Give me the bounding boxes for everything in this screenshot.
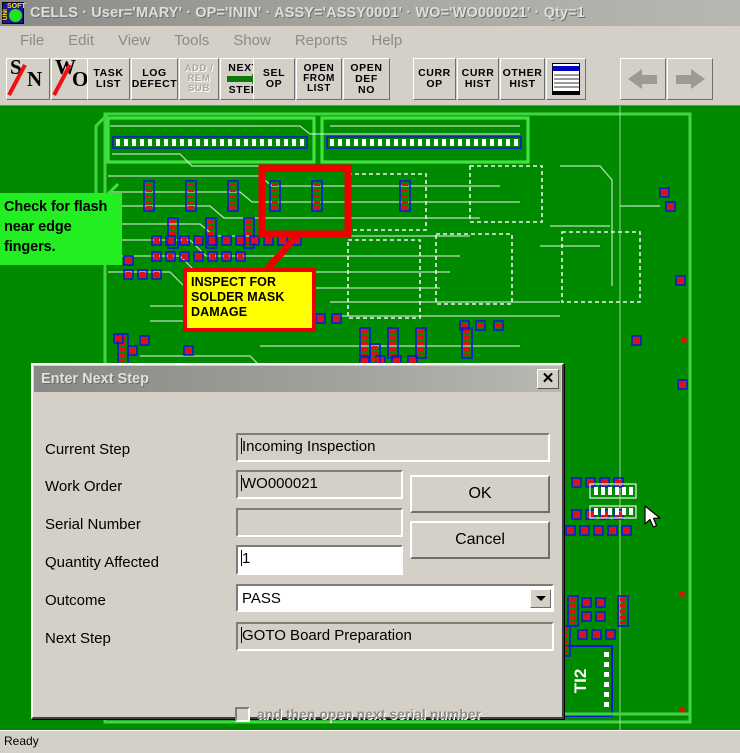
ok-button[interactable]: OK bbox=[410, 475, 550, 513]
work-order-field[interactable]: WO000021 bbox=[236, 470, 403, 499]
curr-hist-button[interactable]: CURR HIST bbox=[457, 58, 499, 100]
task-list-button[interactable]: TASK LIST bbox=[87, 58, 130, 100]
label-outcome: Outcome bbox=[45, 592, 106, 609]
label-serial-number: Serial Number bbox=[45, 516, 141, 533]
quantity-affected-value: 1 bbox=[242, 550, 251, 567]
back-button[interactable] bbox=[620, 58, 666, 100]
add-rem-sub-line3: SUB bbox=[188, 83, 210, 94]
callout-yellow-note: INSPECT FOR SOLDER MASK DAMAGE bbox=[183, 268, 316, 332]
menu-item-reports[interactable]: Reports bbox=[283, 30, 360, 51]
mouse-pointer-icon bbox=[644, 505, 661, 528]
serial-number-icon-button[interactable]: S N bbox=[6, 57, 50, 100]
current-step-value: Incoming Inspection bbox=[242, 438, 376, 455]
status-bar: Ready bbox=[0, 730, 740, 753]
svg-text:TI2: TI2 bbox=[571, 669, 590, 694]
menu-bar: File Edit View Tools Show Reports Help bbox=[0, 26, 740, 54]
outcome-dropdown[interactable]: PASS bbox=[236, 584, 554, 612]
enter-next-step-dialog: Enter Next Step ✕ Current Step Incoming … bbox=[31, 363, 564, 722]
application-window: SOFT UNI CELLS · User='MARY' · OP='ININ'… bbox=[0, 0, 740, 753]
label-current-step: Current Step bbox=[45, 441, 131, 458]
menu-item-show[interactable]: Show bbox=[221, 30, 283, 51]
callout-green-note: Check for flash near edge fingers. bbox=[0, 193, 122, 265]
log-defect-line2: DEFECT bbox=[131, 78, 178, 90]
window-title: CELLS · User='MARY' · OP='ININ' · ASSY='… bbox=[30, 5, 585, 21]
other-hist-button[interactable]: OTHER HIST bbox=[500, 58, 545, 100]
menu-item-file[interactable]: File bbox=[8, 30, 56, 51]
open-next-serial-checkbox[interactable] bbox=[235, 706, 250, 722]
cancel-button[interactable]: Cancel bbox=[410, 521, 550, 559]
forward-button[interactable] bbox=[667, 58, 713, 100]
curr-op-line2: OP bbox=[426, 78, 443, 90]
yellow-note-text: INSPECT FOR SOLDER MASK DAMAGE bbox=[191, 275, 285, 319]
close-icon[interactable]: ✕ bbox=[537, 369, 559, 389]
toolbar: S N W O TASK LIST LOG DEFECT ADD / REM bbox=[0, 54, 740, 106]
quantity-affected-field[interactable]: 1 bbox=[236, 545, 403, 575]
curr-op-button[interactable]: CURR OP bbox=[413, 58, 456, 100]
dialog-body: Current Step Incoming Inspection Work Or… bbox=[33, 393, 562, 722]
label-quantity-affected: Quantity Affected bbox=[45, 554, 159, 571]
menu-item-edit[interactable]: Edit bbox=[56, 30, 106, 51]
sel-op-line1: SEL OP bbox=[262, 67, 286, 90]
dialog-title: Enter Next Step bbox=[41, 371, 149, 387]
open-from-list-line3: LIST bbox=[306, 83, 332, 94]
open-next-serial-label: and then open next serial number bbox=[257, 706, 482, 722]
open-next-serial-checkbox-row[interactable]: and then open next serial number bbox=[235, 706, 481, 722]
unisoft-logo-icon: SOFT UNI bbox=[2, 2, 26, 24]
chevron-down-icon[interactable] bbox=[530, 588, 551, 608]
next-step-value: GOTO Board Preparation bbox=[242, 627, 412, 644]
log-defect-button[interactable]: LOG DEFECT bbox=[131, 58, 178, 100]
work-order-value: WO000021 bbox=[242, 475, 318, 492]
open-def-no-line2: DEF NO bbox=[355, 72, 378, 96]
green-note-text: Check for flash near edge fingers. bbox=[4, 199, 108, 255]
sel-op-button[interactable]: SEL OP bbox=[253, 58, 295, 100]
cancel-label: Cancel bbox=[455, 531, 505, 548]
open-from-list-button[interactable]: OPEN FROM LIST bbox=[296, 58, 342, 100]
arrow-right-icon bbox=[675, 69, 705, 89]
task-list-line2: LIST bbox=[95, 78, 122, 90]
curr-hist-line2: HIST bbox=[464, 78, 492, 90]
label-work-order: Work Order bbox=[45, 478, 123, 495]
status-text: Ready bbox=[4, 734, 39, 748]
arrow-left-icon bbox=[628, 69, 658, 89]
add-rem-sub-button[interactable]: ADD / REM SUB bbox=[179, 58, 219, 100]
dialog-title-bar[interactable]: Enter Next Step ✕ bbox=[34, 366, 561, 392]
next-step-field[interactable]: GOTO Board Preparation bbox=[236, 622, 554, 651]
open-def-no-button[interactable]: OPEN DEF NO bbox=[343, 58, 390, 100]
label-next-step: Next Step bbox=[45, 630, 111, 647]
outcome-value: PASS bbox=[242, 589, 281, 607]
sn-letter-n: N bbox=[27, 67, 43, 91]
spreadsheet-icon bbox=[552, 63, 580, 95]
spreadsheet-view-button[interactable] bbox=[546, 58, 586, 100]
other-hist-line2: HIST bbox=[509, 78, 536, 90]
open-def-no-line1: OPEN bbox=[350, 61, 383, 74]
menu-item-help[interactable]: Help bbox=[359, 30, 414, 51]
title-bar: SOFT UNI CELLS · User='MARY' · OP='ININ'… bbox=[0, 0, 740, 26]
menu-item-tools[interactable]: Tools bbox=[162, 30, 221, 51]
serial-number-field[interactable] bbox=[236, 508, 403, 537]
current-step-field[interactable]: Incoming Inspection bbox=[236, 433, 550, 462]
menu-item-view[interactable]: View bbox=[106, 30, 162, 51]
ok-label: OK bbox=[468, 485, 492, 502]
